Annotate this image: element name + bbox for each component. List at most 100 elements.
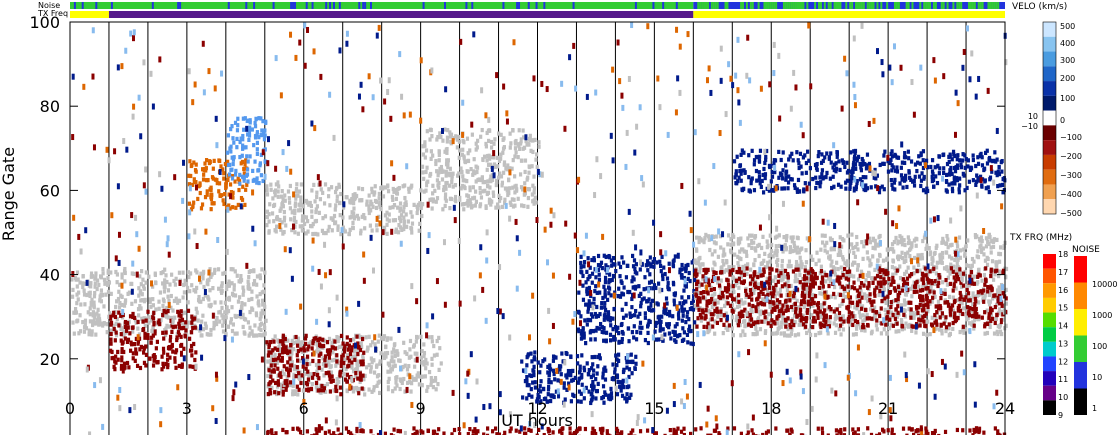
data-cell: [188, 348, 193, 353]
data-cell: [686, 262, 690, 268]
data-cell: [889, 282, 893, 287]
data-cell: [602, 400, 606, 405]
data-cell: [562, 385, 566, 390]
data-cell: [795, 277, 800, 283]
data-cell: [871, 254, 875, 259]
data-cell: [523, 169, 527, 175]
data-cell: [289, 217, 293, 222]
noise-speckle: [444, 2, 446, 9]
data-cell: [881, 268, 885, 273]
data-cell: [909, 286, 913, 291]
data-cell: [427, 369, 432, 375]
data-cell: [266, 373, 270, 379]
data-cell: [912, 255, 917, 261]
noise-speckle: [977, 2, 980, 9]
data-cell: [345, 341, 349, 347]
data-cell: [916, 262, 921, 268]
data-cell: [727, 265, 731, 270]
data-cell: [746, 236, 750, 241]
data-cell: [449, 132, 454, 137]
data-cell: [982, 272, 987, 278]
data-cell: [928, 252, 932, 257]
data-cell: [671, 280, 676, 285]
data-cell: [579, 269, 583, 274]
data-cell: [266, 392, 270, 397]
data-cell: [547, 372, 551, 378]
data-cell: [596, 381, 600, 387]
data-cell: [734, 278, 739, 283]
data-cell: [173, 282, 178, 287]
data-cell: [768, 233, 772, 238]
data-cell: [208, 288, 212, 293]
data-cell: [678, 332, 682, 338]
data-cell: [622, 285, 626, 290]
data-cell: [385, 222, 389, 227]
data-cell: [799, 259, 803, 265]
data-cell: [879, 331, 884, 336]
data-cell: [134, 347, 138, 352]
data-cell: [667, 309, 672, 315]
data-cell: [247, 297, 251, 302]
data-cell: [634, 262, 638, 267]
data-cell: [985, 321, 990, 327]
data-cell: [201, 269, 206, 274]
data-cell: [82, 292, 87, 297]
data-cell: [155, 360, 160, 365]
data-cell: [328, 348, 333, 353]
data-cell: [626, 326, 631, 331]
data-cell: [71, 287, 75, 293]
data-cell: [793, 302, 797, 307]
data-cell: [169, 293, 173, 299]
data-cell: [926, 304, 930, 309]
data-cell: [531, 149, 535, 155]
data-cell: [367, 387, 371, 392]
data-cell: [224, 309, 229, 314]
data-cell: [441, 207, 445, 212]
data-cell: [617, 358, 621, 364]
data-cell: [737, 311, 741, 317]
data-cell: [548, 363, 552, 368]
data-cell: [398, 206, 403, 211]
data-cell: [322, 343, 326, 349]
data-cell: [466, 169, 470, 174]
data-cell: [355, 334, 359, 339]
data-cell: [101, 321, 105, 326]
data-cell: [120, 355, 124, 360]
data-cell: [949, 262, 953, 267]
data-cell: [915, 279, 919, 285]
noise-speckle: [833, 2, 836, 9]
data-cell: [86, 310, 90, 315]
data-cell: [895, 255, 900, 260]
data-cell: [226, 324, 231, 329]
data-cell: [687, 327, 691, 333]
data-cell: [838, 317, 842, 322]
data-cell: [731, 232, 735, 238]
data-cell: [925, 246, 929, 251]
data-cell: [859, 280, 864, 286]
data-cell: [532, 174, 536, 179]
data-cell: [932, 266, 936, 271]
data-cell: [222, 176, 226, 181]
data-cell: [978, 244, 982, 249]
data-cell: [993, 304, 997, 310]
data-cell: [950, 256, 954, 261]
data-cell: [152, 310, 156, 316]
data-cell: [214, 321, 219, 327]
data-cell: [94, 271, 98, 276]
data-cell: [788, 322, 792, 328]
data-cell: [389, 336, 393, 341]
data-cell: [415, 204, 419, 209]
data-cell: [76, 297, 80, 302]
data-cell: [517, 128, 521, 133]
data-cell: [866, 323, 870, 328]
data-cell: [132, 341, 137, 347]
data-cell: [164, 310, 168, 315]
data-cell: [782, 331, 786, 336]
data-cell: [187, 274, 191, 280]
data-cell: [175, 337, 179, 343]
data-cell: [874, 323, 879, 328]
data-cell: [295, 343, 300, 348]
data-cell: [903, 271, 907, 277]
data-cell: [419, 334, 423, 339]
data-cell: [713, 301, 717, 306]
